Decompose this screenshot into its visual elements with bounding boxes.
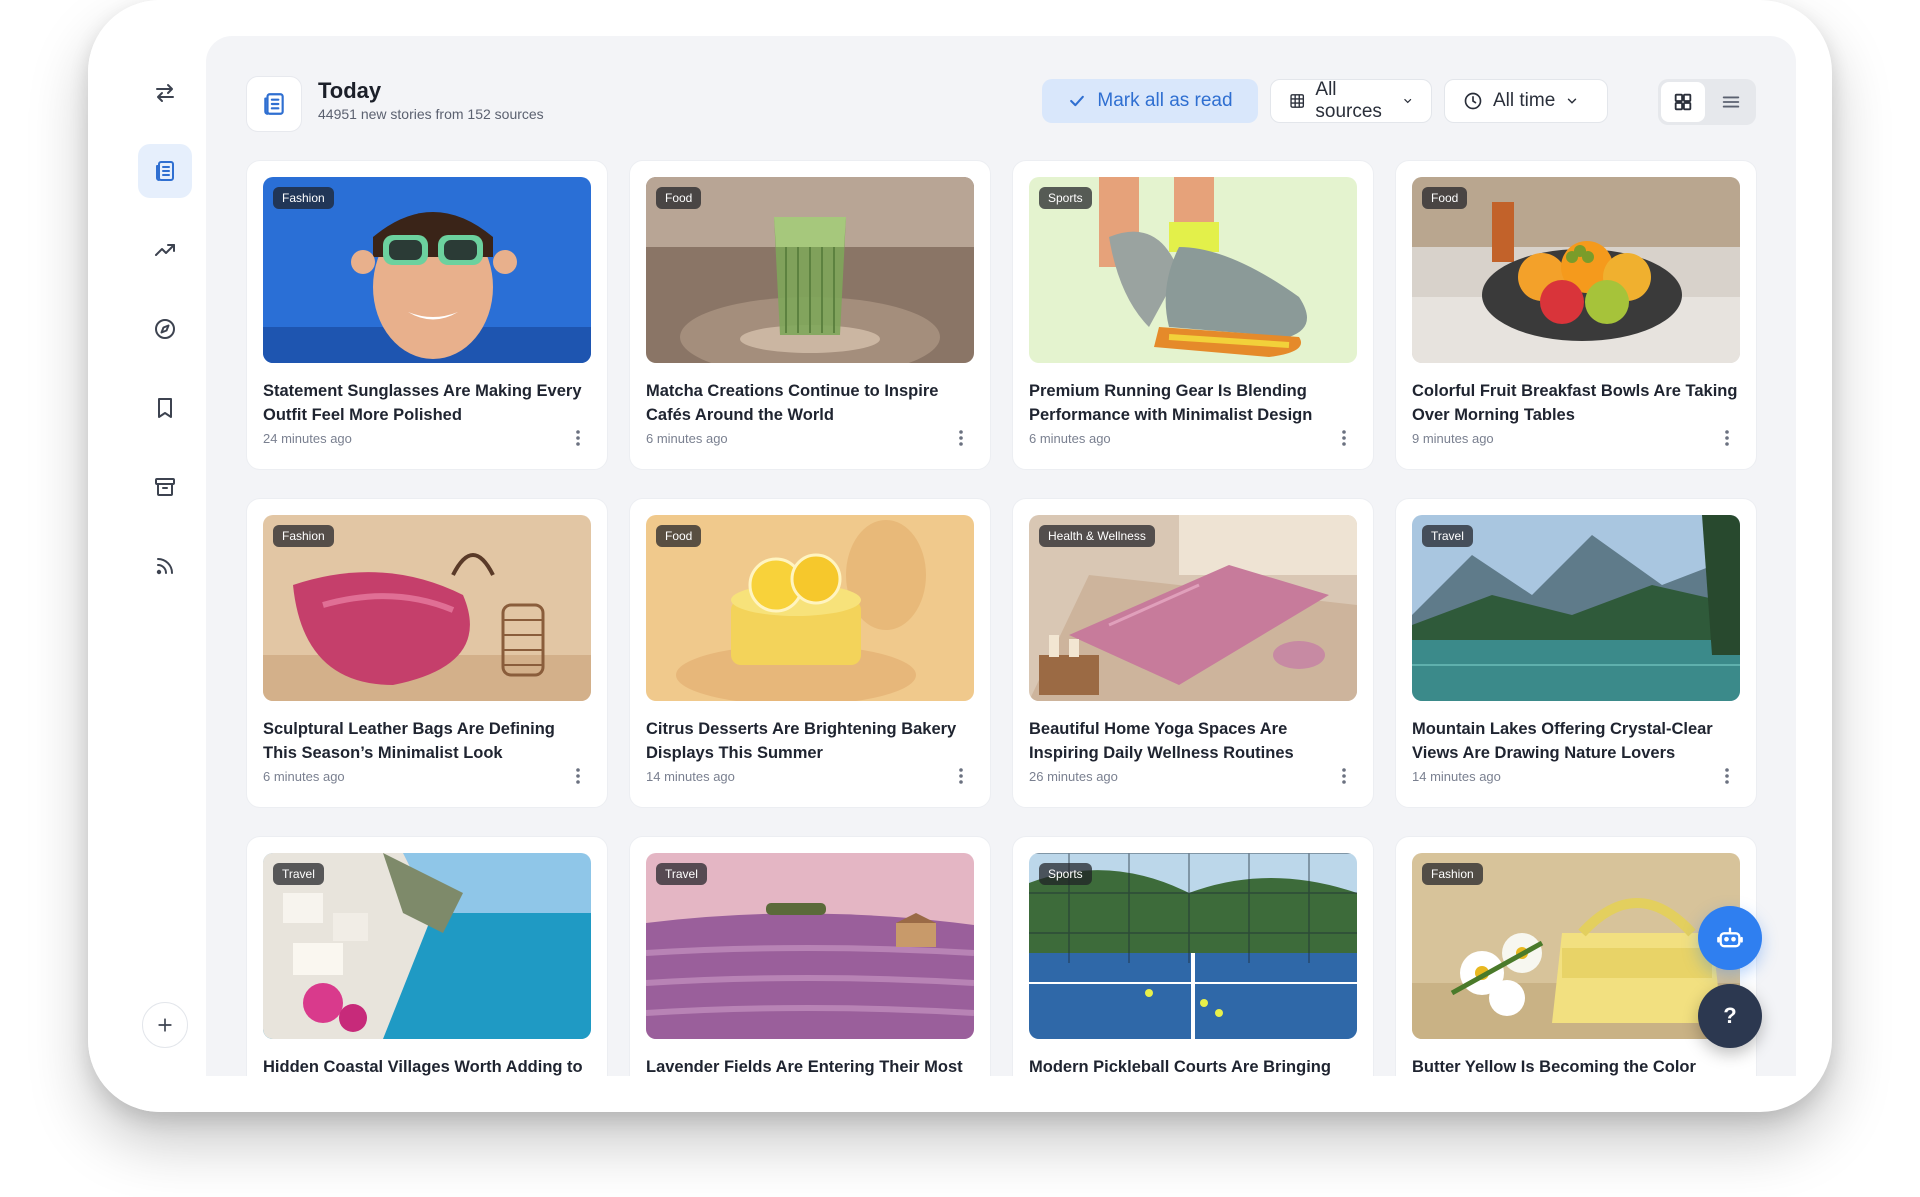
story-card[interactable]: Sports Modern Pickleball Courts Are Brin… xyxy=(1012,836,1374,1076)
time-dropdown[interactable]: All time xyxy=(1444,79,1608,123)
story-title[interactable]: Lavender Fields Are Entering Their Most xyxy=(646,1055,976,1076)
story-time: 14 minutes ago xyxy=(1412,769,1501,784)
story-card[interactable]: Fashion Statement Sunglasses Are Making … xyxy=(246,160,608,470)
story-card[interactable]: Health & Wellness Beautiful Home Yoga Sp… xyxy=(1012,498,1374,808)
story-title[interactable]: Modern Pickleball Courts Are Bringing xyxy=(1029,1055,1359,1076)
category-tag: Travel xyxy=(1422,525,1473,547)
grid-view-button[interactable] xyxy=(1661,82,1705,122)
category-tag: Travel xyxy=(273,863,324,885)
page-title: Today xyxy=(318,78,382,103)
story-time: 26 minutes ago xyxy=(1029,769,1118,784)
help-button[interactable]: ? xyxy=(1698,984,1762,1048)
story-title[interactable]: Beautiful Home Yoga Spaces Are Inspiring… xyxy=(1029,717,1359,765)
compass-icon[interactable] xyxy=(138,302,192,356)
mark-all-read-label: Mark all as read xyxy=(1097,90,1233,111)
category-tag: Fashion xyxy=(273,525,334,547)
more-options-icon[interactable] xyxy=(1720,765,1734,787)
story-title[interactable]: Colorful Fruit Breakfast Bowls Are Takin… xyxy=(1412,379,1742,427)
check-icon xyxy=(1070,95,1085,107)
story-card[interactable]: Travel Hidden Coastal Villages Worth Add… xyxy=(246,836,608,1076)
category-tag: Food xyxy=(656,187,702,209)
page-subtitle: 44951 new stories from 152 sources xyxy=(318,106,544,122)
category-tag: Health & Wellness xyxy=(1039,525,1155,547)
bookmark-icon[interactable] xyxy=(138,381,192,435)
more-options-icon[interactable] xyxy=(571,427,585,449)
category-tag: Food xyxy=(1422,187,1468,209)
list-view-button[interactable] xyxy=(1709,82,1753,122)
clock-icon xyxy=(1464,92,1482,110)
more-options-icon[interactable] xyxy=(954,427,968,449)
chevron-down-icon xyxy=(1403,98,1411,104)
add-feed-button[interactable] xyxy=(142,1002,188,1048)
story-card[interactable]: Food Colorful Fruit Breakfast Bowls Are … xyxy=(1395,160,1757,470)
sidebar xyxy=(88,0,206,1112)
sources-label: All sources xyxy=(1315,79,1382,122)
category-tag: Sports xyxy=(1039,863,1092,885)
story-title[interactable]: Hidden Coastal Villages Worth Adding to xyxy=(263,1055,593,1076)
sources-dropdown[interactable]: All sources xyxy=(1270,79,1432,123)
story-title[interactable]: Statement Sunglasses Are Making Every Ou… xyxy=(263,379,593,427)
story-card[interactable]: Travel Mountain Lakes Offering Crystal-C… xyxy=(1395,498,1757,808)
more-options-icon[interactable] xyxy=(954,765,968,787)
grid-icon xyxy=(1674,93,1692,111)
story-time: 24 minutes ago xyxy=(263,431,352,446)
story-title[interactable]: Butter Yellow Is Becoming the Color xyxy=(1412,1055,1742,1076)
story-title[interactable]: Matcha Creations Continue to Inspire Caf… xyxy=(646,379,976,427)
category-tag: Sports xyxy=(1039,187,1092,209)
story-title[interactable]: Sculptural Leather Bags Are Defining Thi… xyxy=(263,717,593,765)
mark-all-read-button[interactable]: Mark all as read xyxy=(1042,79,1258,123)
chevron-down-icon xyxy=(1568,98,1577,104)
category-tag: Travel xyxy=(656,863,707,885)
archive-icon[interactable] xyxy=(138,460,192,514)
swap-arrows-icon[interactable] xyxy=(138,66,192,120)
grid-table-icon xyxy=(1290,94,1305,108)
story-time: 6 minutes ago xyxy=(263,769,345,784)
story-title[interactable]: Mountain Lakes Offering Crystal-Clear Vi… xyxy=(1412,717,1742,765)
app-window: Today 44951 new stories from 152 sources… xyxy=(88,0,1832,1112)
time-label: All time xyxy=(1493,90,1556,111)
story-title[interactable]: Premium Running Gear Is Blending Perform… xyxy=(1029,379,1359,427)
more-options-icon[interactable] xyxy=(1337,765,1351,787)
plus-icon xyxy=(158,1018,172,1032)
rss-icon[interactable] xyxy=(138,539,192,593)
story-time: 6 minutes ago xyxy=(646,431,728,446)
trending-icon[interactable] xyxy=(138,223,192,277)
story-card[interactable]: Food Citrus Desserts Are Brightening Bak… xyxy=(629,498,991,808)
story-card[interactable]: Sports Premium Running Gear Is Blending … xyxy=(1012,160,1374,470)
story-card[interactable]: Food Matcha Creations Continue to Inspir… xyxy=(629,160,991,470)
more-options-icon[interactable] xyxy=(1720,427,1734,449)
story-title[interactable]: Citrus Desserts Are Brightening Bakery D… xyxy=(646,717,976,765)
list-icon xyxy=(1722,96,1740,108)
story-card[interactable]: Travel Lavender Fields Are Entering Thei… xyxy=(629,836,991,1076)
story-time: 9 minutes ago xyxy=(1412,431,1494,446)
robot-icon xyxy=(1717,927,1743,948)
more-options-icon[interactable] xyxy=(571,765,585,787)
view-toggle xyxy=(1658,79,1756,125)
main-content: Today 44951 new stories from 152 sources… xyxy=(206,36,1796,1076)
story-time: 14 minutes ago xyxy=(646,769,735,784)
category-tag: Fashion xyxy=(273,187,334,209)
assistant-button[interactable] xyxy=(1698,906,1762,970)
story-time: 6 minutes ago xyxy=(1029,431,1111,446)
category-tag: Food xyxy=(656,525,702,547)
more-options-icon[interactable] xyxy=(1337,427,1351,449)
category-tag: Fashion xyxy=(1422,863,1483,885)
newspaper-icon xyxy=(246,76,302,132)
story-card[interactable]: Fashion Sculptural Leather Bags Are Defi… xyxy=(246,498,608,808)
newspaper-icon[interactable] xyxy=(138,144,192,198)
